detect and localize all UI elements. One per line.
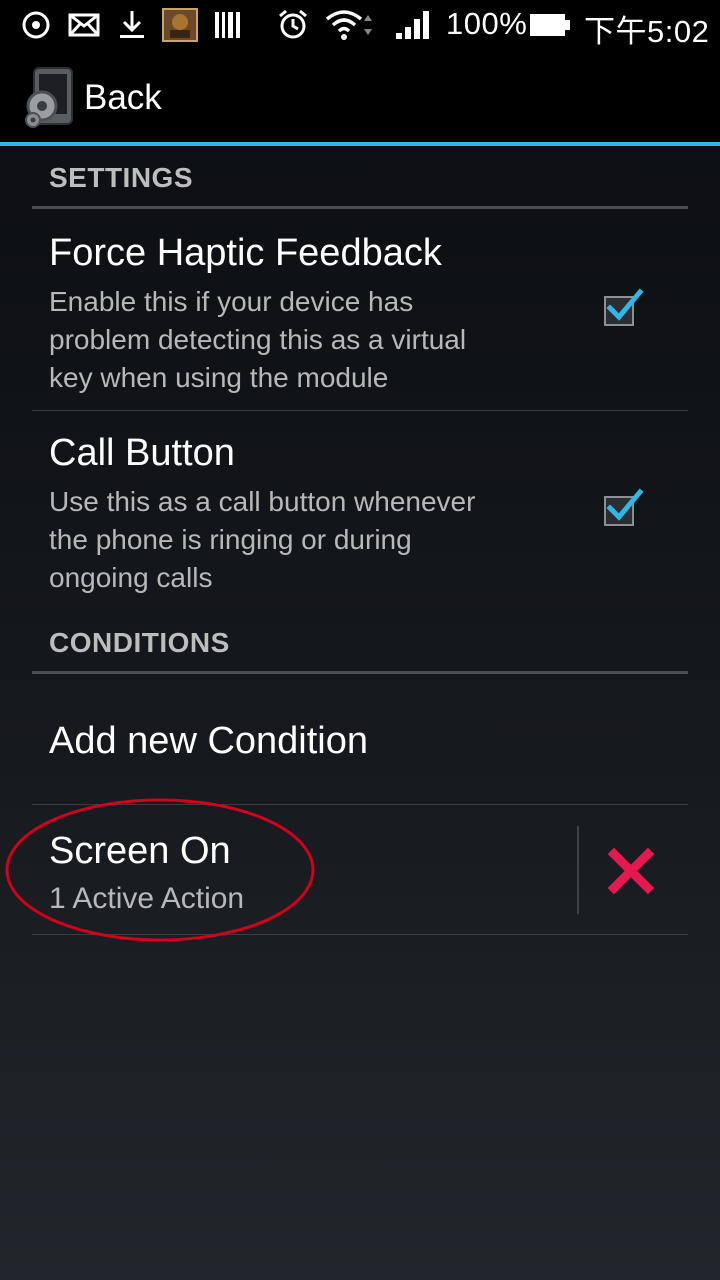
annotation-ellipse <box>5 798 315 942</box>
